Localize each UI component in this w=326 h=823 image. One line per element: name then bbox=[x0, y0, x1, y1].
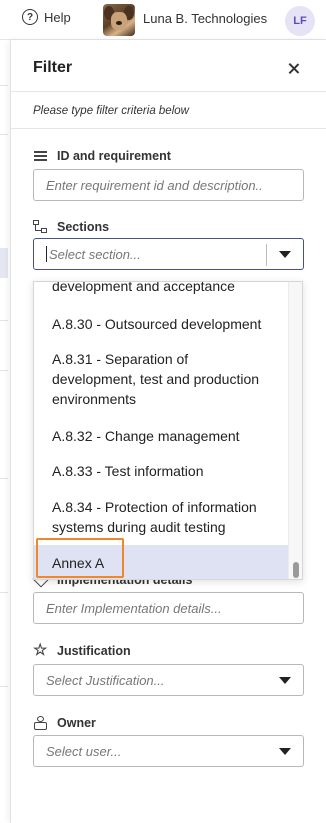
panel-title: Filter bbox=[33, 59, 73, 76]
hierarchy-icon bbox=[33, 220, 49, 234]
help-icon: ? bbox=[22, 9, 38, 25]
company-name[interactable]: Luna B. Technologies bbox=[143, 11, 267, 26]
chevron-down-icon[interactable] bbox=[279, 748, 291, 755]
star-icon: ☆ bbox=[33, 642, 48, 659]
dropdown-option[interactable]: A.8.34 - Protection of information syste… bbox=[34, 497, 290, 537]
chevron-down-icon[interactable] bbox=[279, 677, 291, 684]
sections-dropdown-list[interactable]: development and acceptance A.8.30 - Outs… bbox=[33, 281, 303, 580]
scrollbar-thumb[interactable] bbox=[293, 562, 299, 578]
owner-select[interactable]: Select user... bbox=[33, 735, 304, 767]
justification-select[interactable]: Select Justification... bbox=[33, 664, 304, 696]
sections-label: Sections bbox=[33, 220, 109, 234]
chevron-down-icon[interactable] bbox=[279, 251, 291, 258]
user-avatar[interactable]: LF bbox=[285, 6, 315, 36]
user-icon bbox=[33, 716, 49, 730]
justification-label: ☆ Justification bbox=[33, 642, 131, 659]
filter-hint: Please type filter criteria below bbox=[33, 105, 189, 117]
company-avatar[interactable] bbox=[103, 4, 135, 36]
owner-label: Owner bbox=[33, 716, 96, 730]
justification-label-text: Justification bbox=[57, 644, 131, 658]
select-separator bbox=[266, 244, 267, 266]
background-page-edge bbox=[0, 40, 10, 823]
id-requirement-label: ID and requirement bbox=[33, 149, 171, 163]
dropdown-option[interactable]: development and acceptance bbox=[34, 282, 290, 296]
id-requirement-placeholder: Enter requirement id and description.. bbox=[46, 177, 263, 193]
dropdown-option[interactable]: A.8.31 - Separation of development, test… bbox=[34, 349, 290, 409]
justification-placeholder: Select Justification... bbox=[46, 672, 165, 688]
background-selected-row bbox=[0, 248, 8, 278]
implementation-input[interactable]: Enter Implementation details... bbox=[33, 592, 304, 624]
owner-placeholder: Select user... bbox=[46, 743, 122, 759]
id-requirement-label-text: ID and requirement bbox=[57, 149, 171, 163]
close-icon[interactable] bbox=[286, 61, 302, 77]
dropdown-option[interactable]: A.8.33 - Test information bbox=[34, 461, 290, 481]
annotation-highlight-box bbox=[36, 538, 124, 578]
owner-label-text: Owner bbox=[57, 716, 96, 730]
top-bar: ? Help Luna B. Technologies LF bbox=[0, 0, 326, 40]
help-button[interactable]: ? Help bbox=[22, 9, 71, 25]
help-label: Help bbox=[44, 9, 71, 25]
id-requirement-input[interactable]: Enter requirement id and description.. bbox=[33, 169, 304, 201]
sections-placeholder: Select section... bbox=[49, 246, 141, 262]
dropdown-option[interactable]: A.8.30 - Outsourced development bbox=[34, 314, 290, 334]
sections-select[interactable]: Select section... bbox=[33, 238, 304, 270]
text-cursor bbox=[46, 246, 47, 262]
divider bbox=[11, 91, 326, 92]
dropdown-option[interactable]: A.8.32 - Change management bbox=[34, 426, 290, 446]
implementation-placeholder: Enter Implementation details... bbox=[46, 600, 222, 616]
divider bbox=[11, 128, 326, 129]
dropdown-scrollbar[interactable] bbox=[288, 282, 302, 579]
list-icon bbox=[33, 149, 49, 163]
sections-label-text: Sections bbox=[57, 220, 110, 234]
